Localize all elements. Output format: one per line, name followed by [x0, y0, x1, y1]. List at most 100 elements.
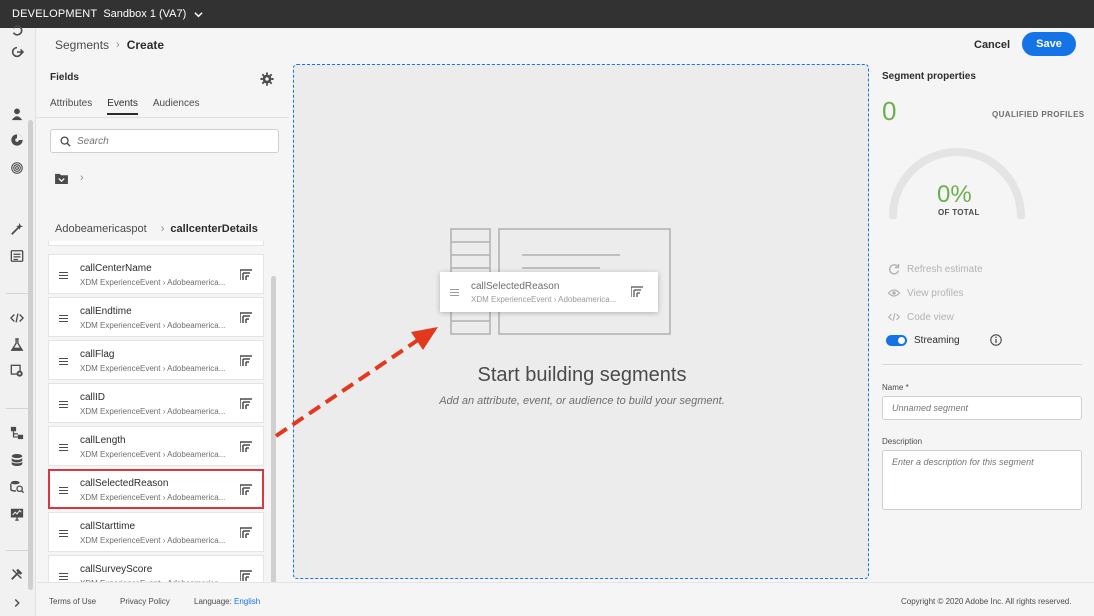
settings-icon[interactable]: [9, 363, 25, 379]
list-item-name: callSurveyScore: [80, 564, 153, 575]
drag-handle-icon[interactable]: [59, 444, 68, 451]
cancel-button[interactable]: Cancel: [963, 34, 1021, 56]
sandbox-name: Sandbox 1 (VA7): [103, 8, 187, 20]
drag-preview-item: callSelectedReason XDM ExperienceEvent ›…: [440, 272, 658, 312]
list-item-name: callLength: [80, 435, 126, 446]
breadcrumb-current: Create: [126, 38, 165, 52]
list-item-path: XDM ExperienceEvent › Adobeamerica...: [80, 407, 226, 416]
segments-icon[interactable]: [9, 132, 25, 148]
chevron-right-icon: ›: [80, 172, 84, 184]
rail-scrollbar[interactable]: [28, 120, 33, 590]
list-item-name: callEndtime: [80, 306, 132, 317]
search-box: [50, 129, 279, 153]
view-profiles-button[interactable]: View profiles: [888, 287, 964, 299]
list-item-name: callFlag: [80, 349, 115, 360]
field-list: XDM ExperienceEvent › Adobeamerica... ca…: [48, 241, 268, 599]
list-item-path: XDM ExperienceEvent › Adobeamerica...: [80, 450, 226, 459]
name-label: Name *: [882, 383, 909, 392]
chevron-right-icon: ›: [160, 223, 165, 235]
drag-handle-icon[interactable]: [59, 358, 68, 365]
string-type-icon: [631, 286, 643, 297]
dataset-search-icon[interactable]: [9, 479, 25, 495]
segment-name-input[interactable]: [882, 396, 1082, 420]
drag-preview-path: XDM ExperienceEvent › Adobeamerica...: [471, 295, 617, 304]
language-selector[interactable]: English: [234, 597, 260, 606]
drag-handle-icon[interactable]: [59, 272, 68, 279]
qualified-count: 0: [882, 96, 897, 126]
refresh-icon: [888, 264, 900, 275]
list-item[interactable]: callFlag XDM ExperienceEvent › Adobeamer…: [48, 340, 264, 380]
percent-of-total: 0%: [937, 181, 972, 208]
segment-canvas[interactable]: callSelectedReason XDM ExperienceEvent ›…: [293, 64, 869, 579]
tabs-divider: [37, 117, 289, 118]
hierarchy-icon[interactable]: [9, 425, 25, 441]
tab-audiences[interactable]: Audiences: [153, 98, 200, 115]
info-icon[interactable]: [989, 334, 1002, 346]
undo-icon[interactable]: [9, 22, 25, 38]
search-icon: [60, 136, 71, 147]
string-type-icon: [240, 527, 252, 538]
list-item[interactable]: callLength XDM ExperienceEvent › Adobeam…: [48, 426, 264, 466]
drag-handle-icon[interactable]: [59, 401, 68, 408]
tab-events[interactable]: Events: [107, 98, 138, 115]
form-icon[interactable]: [9, 248, 25, 264]
list-item-highlighted[interactable]: callSelectedReason XDM ExperienceEvent ›…: [48, 469, 264, 509]
fingerprint-icon[interactable]: [9, 160, 25, 176]
save-button[interactable]: Save: [1022, 32, 1076, 56]
search-input[interactable]: [77, 134, 272, 149]
eye-icon: [888, 289, 900, 297]
breadcrumb: Segments › Create: [55, 38, 164, 52]
streaming-row: Streaming: [886, 334, 1002, 346]
string-type-icon: [240, 441, 252, 452]
fields-panel: Fields Attributes Events Audiences › Ado…: [37, 62, 289, 598]
streaming-toggle[interactable]: [886, 334, 907, 346]
drag-handle-icon[interactable]: [59, 530, 68, 537]
chevron-down-icon: [194, 11, 203, 17]
code-icon[interactable]: [9, 310, 25, 326]
drag-preview-name: callSelectedReason: [471, 281, 560, 292]
canvas-title: Start building segments: [477, 364, 687, 386]
list-item[interactable]: callStarttime XDM ExperienceEvent › Adob…: [48, 512, 264, 552]
gear-icon[interactable]: [260, 72, 274, 86]
list-item-path: XDM ExperienceEvent › Adobeamerica...: [80, 321, 226, 330]
main-area: Segments › Create Cancel Save Fields Att…: [37, 28, 1094, 616]
tools-icon[interactable]: [9, 566, 25, 582]
terms-link[interactable]: Terms of Use: [49, 597, 96, 606]
list-item[interactable]: XDM ExperienceEvent › Adobeamerica...: [48, 241, 264, 246]
streaming-label: Streaming: [914, 334, 960, 346]
flask-icon[interactable]: [9, 337, 25, 353]
privacy-link[interactable]: Privacy Policy: [120, 597, 170, 606]
page-footer: Terms of Use Privacy Policy Language: En…: [37, 582, 1094, 616]
sandbox-switcher[interactable]: DEVELOPMENT Sandbox 1 (VA7): [0, 0, 1094, 28]
share-icon[interactable]: [9, 44, 25, 60]
path-current: callcenterDetails: [170, 223, 258, 235]
wand-icon[interactable]: [9, 221, 25, 237]
code-view-button[interactable]: Code view: [888, 311, 954, 323]
drag-handle-icon[interactable]: [59, 315, 68, 322]
environment-label: DEVELOPMENT: [12, 8, 98, 20]
segment-properties-panel: Segment properties 0 QUALIFIED PROFILES …: [882, 64, 1094, 579]
list-item-path: XDM ExperienceEvent › Adobeamerica...: [80, 278, 226, 287]
drag-handle-icon[interactable]: [59, 487, 68, 494]
drag-handle-icon[interactable]: [59, 573, 68, 580]
list-item-name: callCenterName: [80, 263, 152, 274]
field-list-scrollbar[interactable]: [271, 276, 276, 598]
folder-icon[interactable]: [55, 173, 68, 184]
list-item-name: callID: [80, 392, 106, 403]
path-parent[interactable]: Adobeamericaspot: [55, 223, 147, 235]
refresh-estimate-button[interactable]: Refresh estimate: [888, 263, 983, 275]
list-item[interactable]: callID XDM ExperienceEvent › Adobeameric…: [48, 383, 264, 423]
breadcrumb-segments[interactable]: Segments: [55, 38, 109, 52]
user-icon[interactable]: [9, 106, 25, 122]
description-label: Description: [882, 437, 923, 446]
tab-attributes[interactable]: Attributes: [50, 98, 92, 115]
list-item[interactable]: callEndtime XDM ExperienceEvent › Adobea…: [48, 297, 264, 337]
database-icon[interactable]: [9, 452, 25, 468]
left-nav-rail: [0, 25, 36, 616]
expand-icon[interactable]: [9, 595, 25, 611]
list-item[interactable]: callCenterName XDM ExperienceEvent › Ado…: [48, 254, 264, 294]
segment-description-input[interactable]: [882, 450, 1082, 510]
copyright: Copyright © 2020 Adobe Inc. All rights r…: [901, 597, 1072, 606]
monitor-icon[interactable]: [9, 506, 25, 522]
list-item-path: XDM ExperienceEvent › Adobeamerica...: [80, 493, 226, 502]
